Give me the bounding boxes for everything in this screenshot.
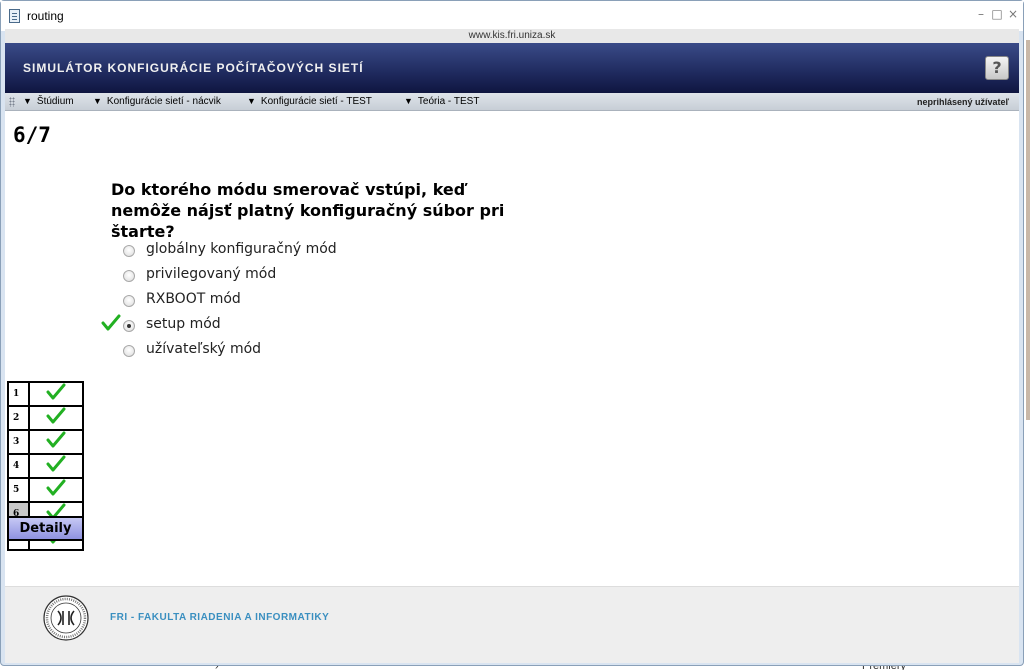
question-status [28, 453, 84, 479]
site-title: Simulátor Konfigurácie Počítačových Siet… [23, 61, 364, 75]
radio-button[interactable] [123, 295, 135, 307]
question-counter: 6/7 [13, 123, 51, 147]
background-strip [1026, 40, 1030, 420]
question-status [28, 477, 84, 503]
checkmark-icon [101, 314, 121, 332]
navigator-row[interactable]: 4 [7, 453, 84, 479]
radio-button[interactable] [123, 345, 135, 357]
dropdown-arrow-icon: ▼ [23, 96, 32, 106]
radio-button[interactable] [123, 245, 135, 257]
question-text: Do ktorého módu smerovač vstúpi, keď nem… [111, 180, 505, 241]
checkmark-icon [46, 407, 66, 429]
checkmark-icon [46, 479, 66, 501]
question-number[interactable]: 4 [7, 453, 30, 479]
navigator-row[interactable]: 5 [7, 477, 84, 503]
details-button[interactable]: Detaily [7, 516, 84, 541]
question-number[interactable]: 3 [7, 429, 30, 455]
page-content: Simulátor Konfigurácie Počítačových Siet… [5, 43, 1019, 663]
window-title: routing [27, 9, 64, 23]
dropdown-arrow-icon: ▼ [247, 96, 256, 106]
dropdown-arrow-icon: ▼ [404, 96, 413, 106]
answer-option-label: globálny konfiguračný mód [146, 241, 337, 257]
close-button[interactable]: × [1005, 7, 1021, 21]
question-number[interactable]: 2 [7, 405, 30, 431]
checkmark-icon [46, 383, 66, 405]
question-mark-icon: ? [992, 58, 1002, 77]
document-icon [9, 9, 20, 23]
menu-item-konfiguracie-test[interactable]: ▼ Konfigurácie sietí - TEST [247, 96, 372, 107]
answer-option-label: setup mód [146, 316, 221, 332]
answer-option[interactable]: setup mód [101, 314, 401, 339]
menu-item-teoria-test[interactable]: ▼ Teória - TEST [404, 96, 479, 107]
answer-option[interactable]: globálny konfiguračný mód [101, 239, 401, 264]
menu-item-konfiguracie-nacvik[interactable]: ▼ Konfigurácie sietí - nácvik [93, 96, 221, 107]
user-status[interactable]: neprihlásený užívateľ [917, 97, 1009, 107]
minimize-button[interactable]: – [973, 7, 989, 21]
url-bar: www.kis.fri.uniza.sk [5, 29, 1019, 43]
university-seal-logo [43, 595, 89, 641]
answer-option-label: užívateľský mód [146, 341, 262, 357]
menu-item-studium[interactable]: ▼ Štúdium [23, 96, 74, 107]
help-button[interactable]: ? [985, 56, 1009, 80]
radio-button[interactable] [123, 270, 135, 282]
popup-window: routing – □ × www.kis.fri.uniza.sk Simul… [0, 0, 1024, 666]
answer-option[interactable]: privilegovaný mód [101, 264, 401, 289]
navigator-row[interactable]: 1 [7, 381, 84, 407]
title-bar[interactable]: routing – □ × [1, 1, 1023, 31]
answer-option[interactable]: RXBOOT mód [101, 289, 401, 314]
footer: FRI - FAKULTA RIADENIA A INFORMATIKY [5, 586, 1019, 663]
checkmark-icon [46, 455, 66, 477]
maximize-button[interactable]: □ [989, 7, 1005, 21]
answer-option-label: RXBOOT mód [146, 291, 241, 307]
answer-option-label: privilegovaný mód [146, 266, 277, 282]
checkmark-icon [46, 431, 66, 453]
menu-grip-icon [9, 97, 15, 107]
menu-bar: ▼ Štúdium ▼ Konfigurácie sietí - nácvik ▼ K… [5, 93, 1019, 111]
navigator-row[interactable]: 3 [7, 429, 84, 455]
answer-options: globálny konfiguračný mód privilegovaný m… [101, 239, 401, 364]
footer-faculty-name: FRI - FAKULTA RIADENIA A INFORMATIKY [110, 612, 330, 623]
question-number[interactable]: 5 [7, 477, 30, 503]
question-number[interactable]: 1 [7, 381, 30, 407]
question-status [28, 405, 84, 431]
answer-option[interactable]: užívateľský mód [101, 339, 401, 364]
radio-button[interactable] [123, 320, 135, 332]
question-status [28, 429, 84, 455]
navigator-row[interactable]: 2 [7, 405, 84, 431]
site-banner: Simulátor Konfigurácie Počítačových Siet… [5, 43, 1019, 93]
dropdown-arrow-icon: ▼ [93, 96, 102, 106]
question-status [28, 381, 84, 407]
